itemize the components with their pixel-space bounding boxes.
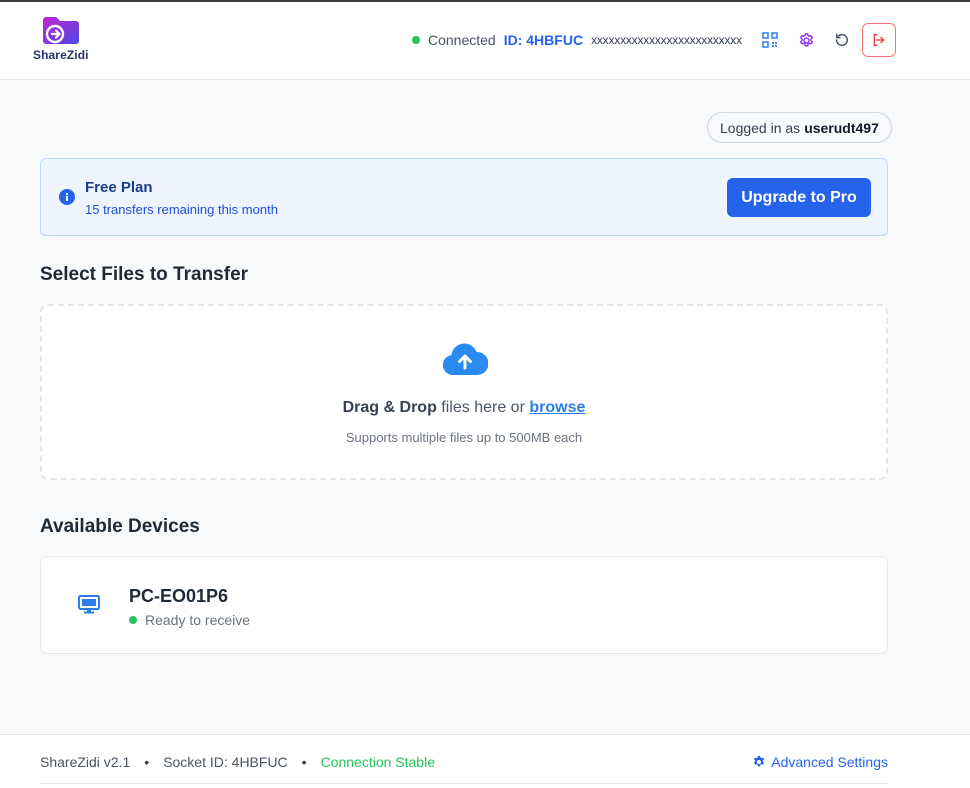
device-id-label: ID: 4HBFUC: [503, 32, 584, 48]
device-status: Ready to receive: [129, 612, 250, 628]
refresh-button[interactable]: [825, 23, 859, 57]
footer-divider: [40, 783, 888, 784]
username: userudt497: [804, 119, 879, 136]
connection-status: Connected ID: 4HBFUC xxxxxxxxxxxxxxxxxxx…: [412, 31, 742, 49]
connection-status-text: Connected: [428, 32, 496, 48]
device-name: PC-EO01P6: [129, 586, 229, 606]
available-devices-title: Available Devices: [40, 516, 200, 537]
info-icon: [59, 189, 75, 205]
plan-banner: Free Plan 15 transfers remaining this mo…: [40, 158, 888, 236]
desktop-icon: [78, 595, 100, 614]
device-card[interactable]: PC-EO01P6 Ready to receive: [40, 556, 888, 654]
advanced-settings-link[interactable]: Advanced Settings: [752, 754, 888, 770]
gear-icon: [754, 755, 765, 767]
logged-in-badge: Logged in as userudt497: [707, 112, 892, 143]
ready-dot-icon: [129, 616, 137, 624]
browse-link[interactable]: browse: [529, 399, 585, 416]
upgrade-button[interactable]: Upgrade to Pro: [727, 178, 871, 217]
app-header: ShareZidi Connected ID: 4HBFUC xxxxxxxxx…: [0, 2, 970, 80]
logged-in-prefix: Logged in as: [720, 119, 801, 136]
device-status-text: Ready to receive: [145, 612, 251, 628]
logout-icon: [873, 33, 885, 47]
socket-id: Socket ID: 4HBFUC: [163, 754, 288, 770]
drop-instructions: Drag & Drop files here or browse: [42, 399, 886, 417]
footer-separator: •: [301, 754, 307, 770]
gear-icon: [799, 32, 813, 47]
qr-code-button[interactable]: [753, 23, 787, 57]
logo-text: ShareZidi: [33, 48, 89, 62]
app-footer: ShareZidi v2.1 • Socket ID: 4HBFUC • Con…: [0, 734, 970, 788]
qr-code-icon: [762, 32, 778, 48]
footer-info: ShareZidi v2.1 • Socket ID: 4HBFUC • Con…: [40, 754, 435, 770]
connected-dot-icon: [412, 36, 420, 44]
connection-stable: Connection Stable: [320, 754, 435, 770]
file-size-hint: Supports multiple files up to 500MB each: [345, 430, 583, 445]
footer-separator: •: [144, 754, 150, 770]
advanced-settings-label: Advanced Settings: [771, 754, 888, 770]
refresh-icon: [835, 33, 849, 47]
file-drop-zone[interactable]: Drag & Drop files here or browse Support…: [40, 304, 888, 480]
folder-logo-icon: [43, 17, 79, 44]
drag-drop-label: Drag & Drop: [342, 399, 437, 416]
plan-subtitle: 15 transfers remaining this month: [85, 202, 278, 217]
select-files-title: Select Files to Transfer: [40, 264, 249, 285]
plan-title: Free Plan: [85, 179, 153, 196]
settings-button[interactable]: [789, 23, 823, 57]
masked-value: xxxxxxxxxxxxxxxxxxxxxxxxxx: [591, 33, 742, 47]
logout-button[interactable]: [862, 23, 896, 57]
drag-text: files here or: [436, 399, 530, 416]
app-logo[interactable]: ShareZidi: [33, 14, 93, 66]
cloud-upload-icon: [442, 343, 488, 376]
app-version: ShareZidi v2.1: [40, 754, 131, 770]
